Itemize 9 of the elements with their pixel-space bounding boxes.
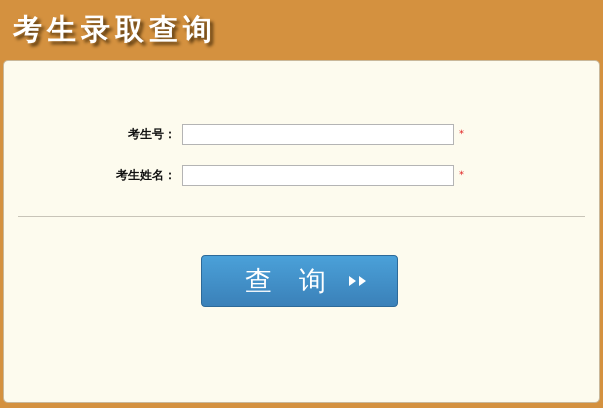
required-mark: * — [459, 129, 464, 140]
input-field[interactable] — [182, 124, 454, 145]
input-field[interactable] — [182, 165, 454, 186]
double-arrow-icon — [348, 275, 368, 287]
required-mark: * — [459, 170, 464, 181]
field-label: 考生号： — [127, 126, 176, 143]
field-label: 考生姓名： — [115, 167, 176, 184]
page-title: 考生录取查询 — [13, 11, 217, 48]
query-button[interactable]: 查 询 — [201, 255, 398, 307]
